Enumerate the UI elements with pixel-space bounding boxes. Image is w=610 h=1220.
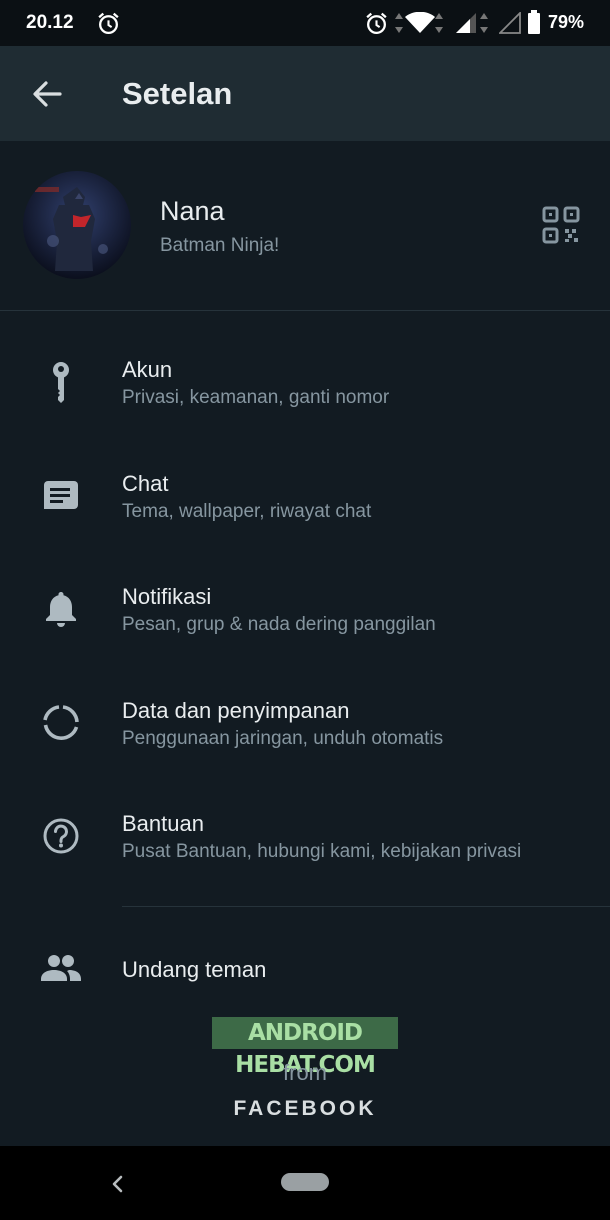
signal-empty-icon: [499, 12, 521, 34]
battery-icon: [528, 10, 540, 34]
profile-name: Nana: [160, 196, 225, 226]
settings-item-subtitle: Penggunaan jaringan, unduh otomatis: [122, 728, 444, 749]
status-bar: 20.12 79%: [0, 0, 610, 46]
battery-percent: 79%: [547, 12, 584, 32]
settings-item-title: Akun: [122, 357, 173, 382]
chat-icon: [44, 481, 78, 509]
settings-divider: [122, 906, 610, 907]
key-icon: [53, 362, 69, 403]
settings-item-subtitle: Pesan, grup & nada dering panggilan: [122, 614, 436, 635]
status-time: 20.12: [26, 12, 74, 33]
wifi-icon: [405, 12, 435, 33]
navigation-bar: [0, 1146, 610, 1220]
footer-from: from: [283, 1060, 327, 1085]
people-icon: [41, 955, 81, 981]
data-usage-icon: [43, 705, 79, 740]
settings-item-subtitle: Pusat Bantuan, hubungi kami, kebijakan p…: [122, 841, 522, 862]
settings-item-chat[interactable]: Chat Tema, wallpaper, riwayat chat: [0, 449, 610, 549]
data-arrows-icon: [395, 13, 403, 33]
settings-item-title: Chat: [122, 471, 169, 496]
alarm-icon: [98, 12, 119, 35]
alarm-icon: [366, 12, 387, 35]
footer-company: FACEBOOK: [233, 1097, 377, 1120]
help-icon: [43, 818, 79, 854]
bell-icon: [46, 592, 76, 627]
invite-friends-label: Undang teman: [122, 957, 267, 982]
settings-item-invite[interactable]: Undang teman: [0, 930, 610, 1008]
profile-row[interactable]: Nana Batman Ninja!: [0, 141, 610, 310]
profile-divider: [0, 310, 610, 311]
profile-about: Batman Ninja!: [160, 235, 280, 256]
settings-item-subtitle: Privasi, keamanan, ganti nomor: [122, 387, 390, 408]
settings-item-notifikasi[interactable]: Notifikasi Pesan, grup & nada dering pan…: [0, 562, 610, 662]
avatar-image: [23, 171, 131, 279]
settings-item-title: Bantuan: [122, 811, 204, 836]
data-arrows-icon: [435, 13, 443, 33]
qr-code-icon[interactable]: [541, 205, 581, 245]
settings-item-title: Notifikasi: [122, 584, 212, 609]
settings-item-subtitle: Tema, wallpaper, riwayat chat: [122, 501, 372, 522]
nav-back-icon[interactable]: [104, 1170, 132, 1198]
watermark: ANDROID HEBAT.COM: [212, 1017, 398, 1078]
signal-icon: [456, 13, 476, 33]
app-bar: Setelan: [0, 46, 610, 141]
settings-item-akun[interactable]: Akun Privasi, keamanan, ganti nomor: [0, 335, 610, 435]
avatar[interactable]: [23, 171, 131, 279]
settings-item-title: Data dan penyimpanan: [122, 698, 350, 723]
data-arrows-icon: [480, 13, 488, 33]
back-arrow-icon[interactable]: [22, 70, 72, 120]
settings-item-data[interactable]: Data dan penyimpanan Penggunaan jaringan…: [0, 676, 610, 776]
settings-item-bantuan[interactable]: Bantuan Pusat Bantuan, hubungi kami, keb…: [0, 789, 610, 889]
page-title: Setelan: [122, 76, 233, 111]
nav-home-pill[interactable]: [281, 1173, 329, 1191]
